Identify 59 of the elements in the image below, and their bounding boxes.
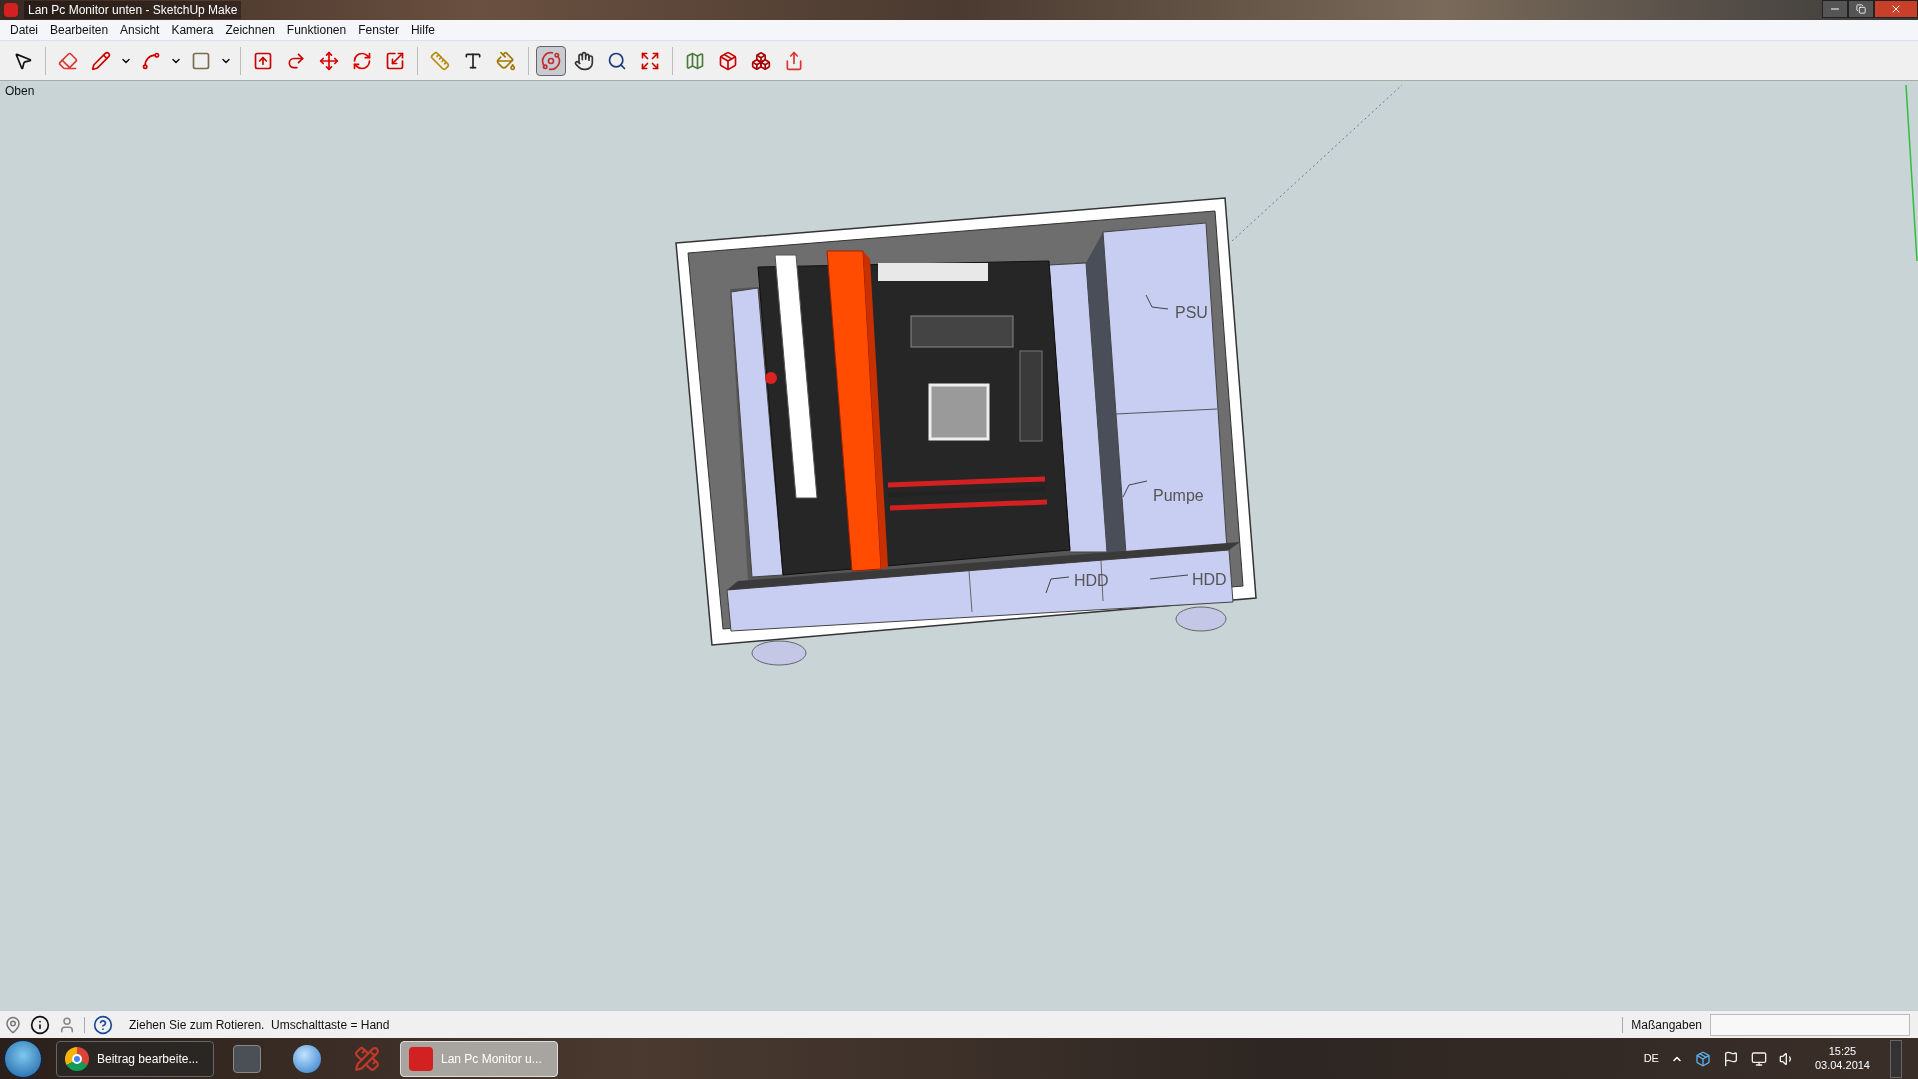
model-label: PSU bbox=[1175, 303, 1208, 323]
curved-arrow-icon bbox=[286, 50, 306, 71]
close-button[interactable] bbox=[1874, 0, 1918, 18]
menu-item[interactable]: Hilfe bbox=[404, 21, 441, 39]
menu-item[interactable]: Funktionen bbox=[280, 21, 353, 39]
language-indicator[interactable]: DE bbox=[1643, 1050, 1659, 1067]
browser-logo-icon bbox=[65, 1046, 89, 1071]
user-icon[interactable] bbox=[58, 1015, 76, 1034]
status-message: Ziehen Sie zum Rotieren. Umschalttaste = Hand bbox=[129, 1016, 390, 1034]
scale-icon bbox=[385, 50, 405, 71]
pencil-icon bbox=[91, 50, 111, 71]
measurements-label: Maßangaben bbox=[1631, 1016, 1702, 1034]
model-label: Pumpe bbox=[1153, 486, 1204, 506]
menu-item[interactable]: Zeichnen bbox=[219, 21, 281, 39]
app-logo-icon bbox=[4, 3, 18, 17]
taskbar-button[interactable]: Beitrag bearbeite... bbox=[56, 1040, 214, 1077]
boxes-icon bbox=[751, 50, 771, 71]
rotate-icon bbox=[352, 50, 372, 71]
pin-icon[interactable] bbox=[4, 1015, 22, 1034]
minimize-button[interactable] bbox=[1822, 0, 1848, 18]
window-title: Lan Pc Monitor unten - SketchUp Make bbox=[24, 1, 242, 19]
menu-item[interactable]: Datei bbox=[4, 21, 44, 39]
info-icon[interactable] bbox=[30, 1014, 50, 1035]
model-label: HDD bbox=[1192, 570, 1227, 590]
zoom-icon bbox=[607, 50, 627, 71]
pencil-ruler-icon bbox=[354, 1045, 380, 1072]
orbit-icon bbox=[541, 50, 561, 71]
map-icon bbox=[685, 50, 705, 71]
zoom-extents-icon bbox=[640, 50, 660, 71]
share-icon bbox=[784, 50, 804, 71]
measurements-field[interactable] bbox=[1710, 1013, 1910, 1036]
eraser-icon bbox=[58, 50, 78, 71]
menu-item[interactable]: Kamera bbox=[165, 21, 220, 39]
restore-icon bbox=[1856, 4, 1866, 14]
package-icon bbox=[718, 50, 738, 71]
clock-time[interactable]: 15:25 bbox=[1828, 1044, 1857, 1059]
hand-icon bbox=[574, 50, 594, 71]
rectangle-icon bbox=[191, 50, 211, 71]
arc-icon bbox=[141, 50, 161, 71]
menu-item[interactable]: Fenster bbox=[352, 21, 405, 39]
avatar-placeholder bbox=[233, 1044, 261, 1073]
start-button[interactable] bbox=[4, 1039, 42, 1078]
monitor-icon[interactable] bbox=[1750, 1050, 1767, 1067]
package-icon[interactable] bbox=[1694, 1050, 1711, 1067]
move-icon bbox=[319, 50, 339, 71]
app-logo-icon bbox=[409, 1046, 433, 1071]
app-logo-icon bbox=[293, 1044, 321, 1073]
paint-bucket-icon bbox=[496, 50, 516, 71]
help-icon[interactable] bbox=[93, 1014, 113, 1035]
tape-measure-icon bbox=[430, 50, 450, 71]
menu-item[interactable]: Bearbeiten bbox=[44, 21, 115, 39]
square-arrow-up-icon bbox=[253, 50, 273, 71]
view-name: Oben bbox=[5, 83, 35, 100]
menu-item[interactable]: Ansicht bbox=[114, 21, 166, 39]
flag-icon[interactable] bbox=[1722, 1050, 1739, 1067]
clock-date[interactable]: 03.04.2014 bbox=[1814, 1058, 1870, 1073]
model-label: HDD bbox=[1074, 571, 1109, 591]
maximize-button[interactable] bbox=[1848, 0, 1874, 18]
close-icon bbox=[1890, 3, 1902, 15]
